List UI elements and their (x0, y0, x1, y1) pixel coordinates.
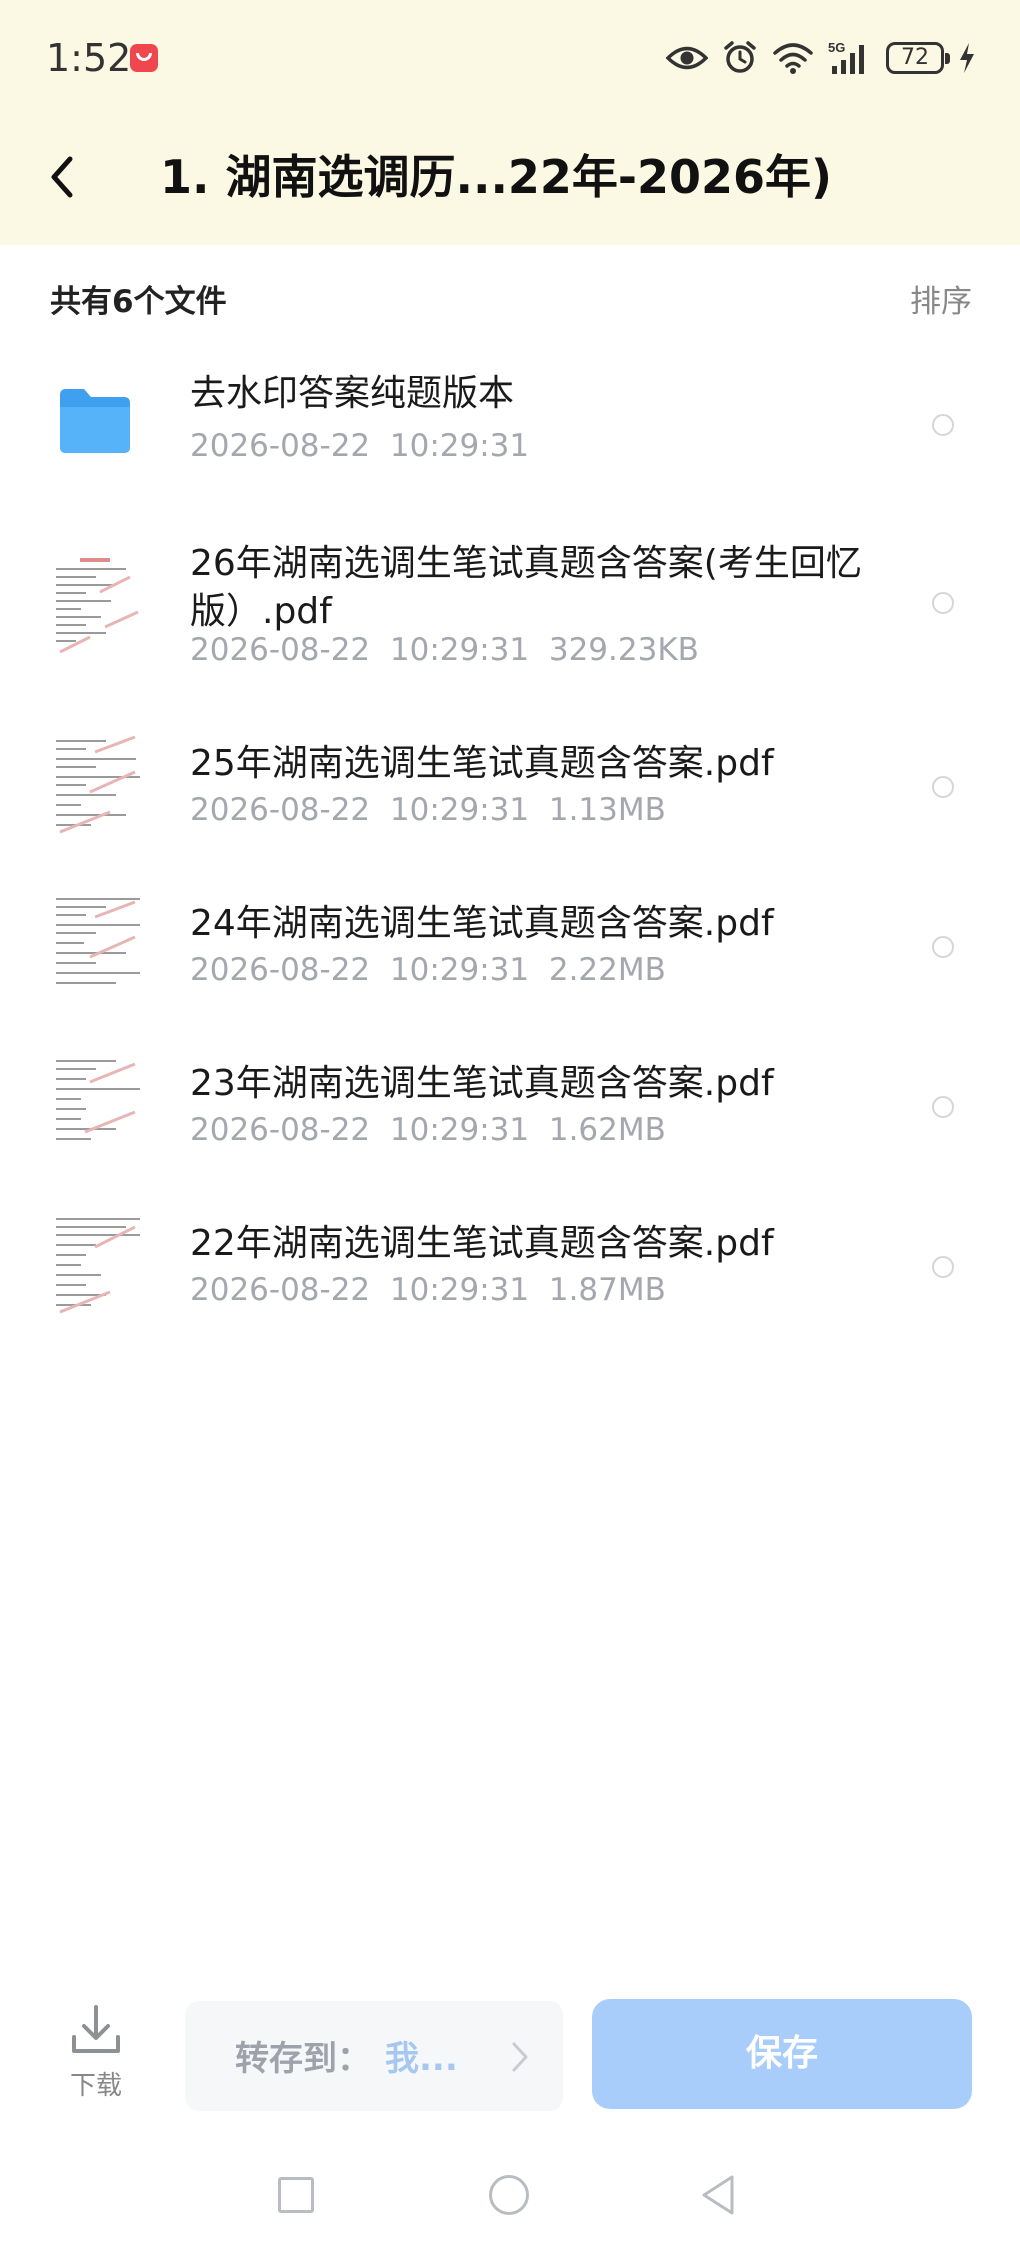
select-radio[interactable] (932, 776, 954, 798)
file-name: 去水印答案纯题版本 (190, 373, 515, 414)
download-label: 下载 (69, 2071, 122, 2101)
alarm-icon (724, 41, 756, 73)
transfer-destination-selector[interactable]: 转存到： 我... (185, 2001, 563, 2111)
shopping-app-notification-icon (130, 44, 158, 72)
file-name: 22年湖南选调生笔试真题含答案.pdf (190, 1223, 774, 1264)
list-header: 共有6个文件 排序 (0, 270, 1020, 326)
nav-back-button[interactable] (698, 2173, 738, 2217)
network-type-label: 5G (828, 40, 845, 55)
eye-icon (666, 46, 708, 70)
select-radio[interactable] (932, 592, 954, 614)
select-radio[interactable] (932, 936, 954, 958)
select-radio[interactable] (932, 414, 954, 436)
battery-level: 72 (901, 45, 929, 70)
file-name: 26年湖南选调生笔试真题含答案(考生回忆版）.pdf (190, 543, 862, 632)
download-button[interactable]: 下载 (60, 2003, 132, 2102)
list-item[interactable]: 26年湖南选调生笔试真题含答案(考生回忆版）.pdf 2026-08-22 10… (0, 540, 1020, 680)
file-meta: 2026-08-22 10:29:31 329.23KB (190, 632, 699, 668)
pdf-thumbnail-icon (50, 1212, 144, 1320)
file-name: 25年湖南选调生笔试真题含答案.pdf (190, 743, 774, 784)
transfer-label: 转存到： (235, 2039, 371, 2079)
file-meta: 2026-08-22 10:29:31 (190, 428, 530, 464)
battery-icon: 72 (886, 42, 950, 74)
file-meta: 2026-08-22 10:29:31 1.13MB (190, 792, 666, 828)
recent-apps-button[interactable] (278, 2177, 314, 2213)
file-meta: 2026-08-22 10:29:31 1.87MB (190, 1272, 666, 1308)
pdf-thumbnail-icon (50, 1052, 144, 1160)
pdf-thumbnail-icon (50, 552, 144, 660)
pdf-thumbnail-icon (50, 732, 144, 840)
list-item[interactable]: 去水印答案纯题版本 2026-08-22 10:29:31 (0, 370, 1020, 480)
file-meta: 2026-08-22 10:29:31 2.22MB (190, 952, 666, 988)
file-meta: 2026-08-22 10:29:31 1.62MB (190, 1112, 666, 1148)
top-bar: 1:52 5G 72 1. 湖南选调历...22年-2026年) (0, 0, 1020, 245)
transfer-target: 我... (385, 2039, 458, 2079)
bottom-action-bar: 下载 转存到： 我... 保存 (0, 1985, 1020, 2135)
chevron-right-icon (512, 2042, 528, 2072)
pdf-thumbnail-icon (50, 892, 144, 1000)
select-radio[interactable] (932, 1256, 954, 1278)
list-item[interactable]: 24年湖南选调生笔试真题含答案.pdf 2026-08-22 10:29:31 … (0, 892, 1020, 1010)
file-name: 23年湖南选调生笔试真题含答案.pdf (190, 1063, 774, 1104)
file-name: 24年湖南选调生笔试真题含答案.pdf (190, 903, 774, 944)
save-button[interactable]: 保存 (592, 1999, 972, 2109)
page-title: 1. 湖南选调历...22年-2026年) (160, 150, 833, 204)
status-time: 1:52 (46, 36, 132, 80)
status-icons: 5G 72 (666, 36, 976, 80)
folder-icon (60, 389, 130, 453)
system-navigation-bar (0, 2165, 1020, 2225)
download-icon (72, 2005, 120, 2053)
select-radio[interactable] (932, 1096, 954, 1118)
list-item[interactable]: 22年湖南选调生笔试真题含答案.pdf 2026-08-22 10:29:31 … (0, 1212, 1020, 1330)
home-button[interactable] (489, 2175, 529, 2215)
wifi-icon (773, 43, 813, 74)
signal-icon: 5G (828, 40, 864, 74)
list-item[interactable]: 23年湖南选调生笔试真题含答案.pdf 2026-08-22 10:29:31 … (0, 1052, 1020, 1170)
sort-button[interactable]: 排序 (910, 276, 972, 321)
file-count-label: 共有6个文件 (50, 284, 227, 320)
charging-icon (960, 43, 974, 73)
list-item[interactable]: 25年湖南选调生笔试真题含答案.pdf 2026-08-22 10:29:31 … (0, 732, 1020, 850)
back-button[interactable] (40, 145, 84, 209)
